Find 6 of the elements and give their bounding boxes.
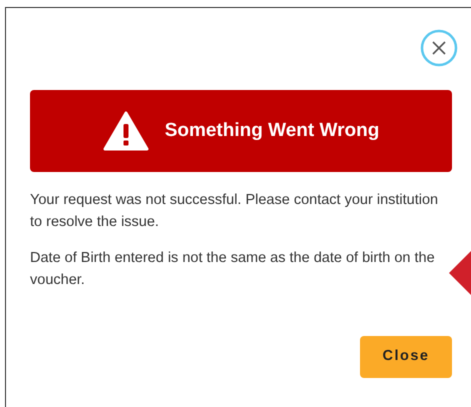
message-text: Your request was not successful. Please contact your institution to resolve the issue. — [30, 191, 440, 232]
warning-icon — [102, 111, 149, 151]
close-icon[interactable] — [420, 29, 458, 67]
banner-title: Something Went Wrong — [164, 118, 380, 143]
close-button[interactable]: Close — [360, 336, 452, 378]
message-text: Date of Birth entered is not the same as the date of birth on the voucher. — [30, 249, 436, 290]
